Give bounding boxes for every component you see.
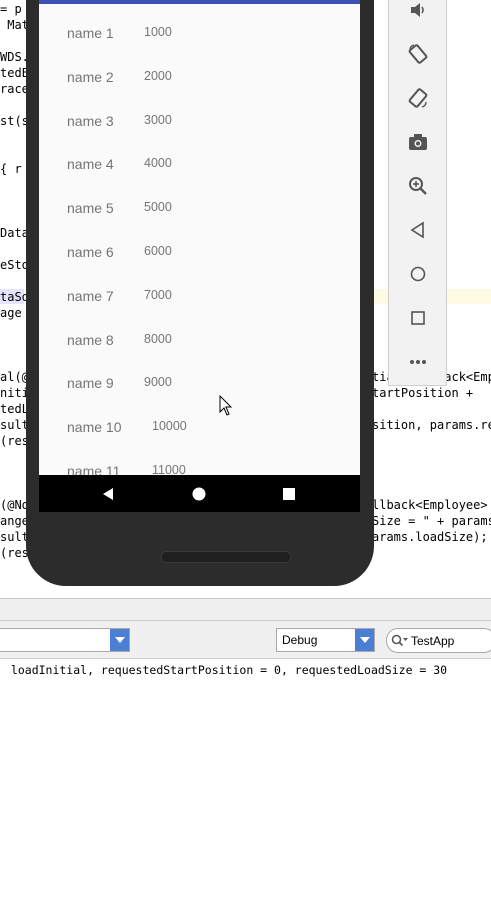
code-line: al(@ [0, 370, 29, 384]
item-value: 3000 [144, 112, 172, 127]
code-line: ange [0, 514, 29, 528]
volume-down-icon [411, 3, 424, 17]
overview-square-icon [283, 488, 295, 500]
home-circle-icon [192, 487, 206, 501]
rotate-right-icon [408, 88, 428, 108]
code-line: taSo [0, 290, 29, 304]
mouse-cursor-icon [219, 395, 233, 416]
code-line: sition, params.re [372, 418, 491, 432]
code-line: sult [0, 418, 29, 432]
search-icon [391, 634, 408, 647]
item-value: 1000 [144, 25, 172, 39]
rotate-left-button[interactable] [404, 40, 432, 68]
code-line: niti [0, 386, 29, 400]
back-button[interactable] [404, 216, 432, 244]
log-line: loadInitial, requestedStartPosition = 0,… [4, 663, 448, 677]
back-icon [410, 221, 424, 239]
code-line: Mat [0, 18, 29, 32]
code-line: { r [0, 162, 22, 176]
list-item[interactable]: name 6 6000 [39, 245, 360, 289]
logcat-output[interactable]: loadInitial, requestedStartPosition = 0,… [0, 659, 491, 902]
camera-icon [409, 134, 427, 150]
emulator-toolbar [388, 0, 447, 386]
list-item[interactable]: name 8 8000 [39, 331, 360, 377]
log-level-value: Debug [282, 633, 318, 647]
item-name: name 1 [67, 25, 114, 41]
nav-back-button[interactable] [98, 484, 118, 504]
zoom-button[interactable] [404, 172, 432, 200]
item-name: name 11 [67, 463, 121, 475]
code-line: (res [0, 434, 29, 448]
code-line: (@No [0, 498, 29, 512]
code-line: Data [0, 226, 29, 240]
code-line: llback<Employee> [372, 498, 488, 512]
item-name: name 3 [67, 112, 114, 129]
rotate-right-button[interactable] [404, 84, 432, 112]
item-name: name 2 [67, 68, 114, 85]
code-line: eSto [0, 258, 29, 272]
back-triangle-icon [103, 488, 113, 500]
code-line: age [0, 306, 22, 320]
screenshot-button[interactable] [404, 128, 432, 156]
android-nav-bar [39, 475, 360, 512]
more-button[interactable] [404, 348, 432, 376]
item-name: name 7 [67, 287, 114, 304]
device-speaker [161, 551, 291, 563]
dropdown-arrow-icon [355, 629, 374, 651]
nav-overview-button[interactable] [279, 484, 299, 504]
zoom-icon [409, 177, 427, 195]
process-select[interactable] [0, 628, 130, 652]
item-value: 4000 [144, 156, 172, 171]
item-name: name 10 [67, 419, 122, 436]
item-name: name 6 [67, 244, 114, 260]
list-item[interactable]: name 11 11000 [39, 463, 360, 476]
volume-down-button[interactable] [404, 0, 432, 24]
item-value: 5000 [144, 200, 172, 215]
list-item[interactable]: name 9 9000 [39, 376, 360, 420]
list-item[interactable]: name 5 5000 [39, 201, 360, 245]
list-item[interactable]: name 3 3000 [39, 112, 360, 158]
nav-home-button[interactable] [189, 484, 209, 504]
search-value: TestApp [411, 634, 455, 648]
logcat-search-input[interactable]: TestApp [386, 628, 491, 653]
dropdown-arrow-icon [110, 629, 129, 651]
list-item[interactable]: name 7 7000 [39, 287, 360, 333]
code-line: tedE [0, 66, 29, 80]
item-name: name 5 [67, 200, 114, 217]
list-item[interactable]: name 10 10000 [39, 420, 360, 464]
item-value: 8000 [144, 331, 172, 346]
rotate-left-icon [408, 44, 428, 64]
home-button[interactable] [404, 260, 432, 288]
item-value: 2000 [144, 68, 172, 83]
log-level-select[interactable]: Debug [276, 628, 375, 652]
item-name: name 9 [67, 375, 114, 392]
panel-divider[interactable] [0, 598, 491, 621]
item-value: 11000 [152, 463, 186, 476]
code-line: (res [0, 546, 29, 560]
item-value: 9000 [144, 375, 172, 390]
item-name: name 8 [67, 331, 114, 348]
device-screen[interactable]: name 1 1000 name 2 2000 name 3 3000 name 4 4000… [39, 0, 360, 475]
list-item[interactable]: name 1 1000 [39, 26, 360, 70]
more-icon [410, 360, 426, 364]
code-line: tedL [0, 402, 29, 416]
code-line: WDS. [0, 50, 29, 64]
code-line: sult [0, 530, 29, 544]
overview-icon [411, 311, 425, 325]
home-icon [410, 266, 426, 282]
overview-button[interactable] [404, 304, 432, 332]
item-value: 6000 [144, 244, 172, 258]
list-item[interactable]: name 4 4000 [39, 157, 360, 201]
code-line: = p [0, 2, 22, 16]
code-line: arams.loadSize); [372, 530, 488, 544]
item-value: 7000 [144, 287, 172, 302]
code-line: race [0, 82, 29, 96]
app-bar [39, 0, 360, 4]
item-value: 10000 [152, 419, 187, 434]
code-line: st(s [0, 114, 29, 128]
item-name: name 4 [67, 156, 114, 173]
list-item[interactable]: name 2 2000 [39, 68, 360, 114]
code-line: Size = " + params [372, 514, 491, 528]
code-line: tartPosition + [372, 386, 474, 400]
